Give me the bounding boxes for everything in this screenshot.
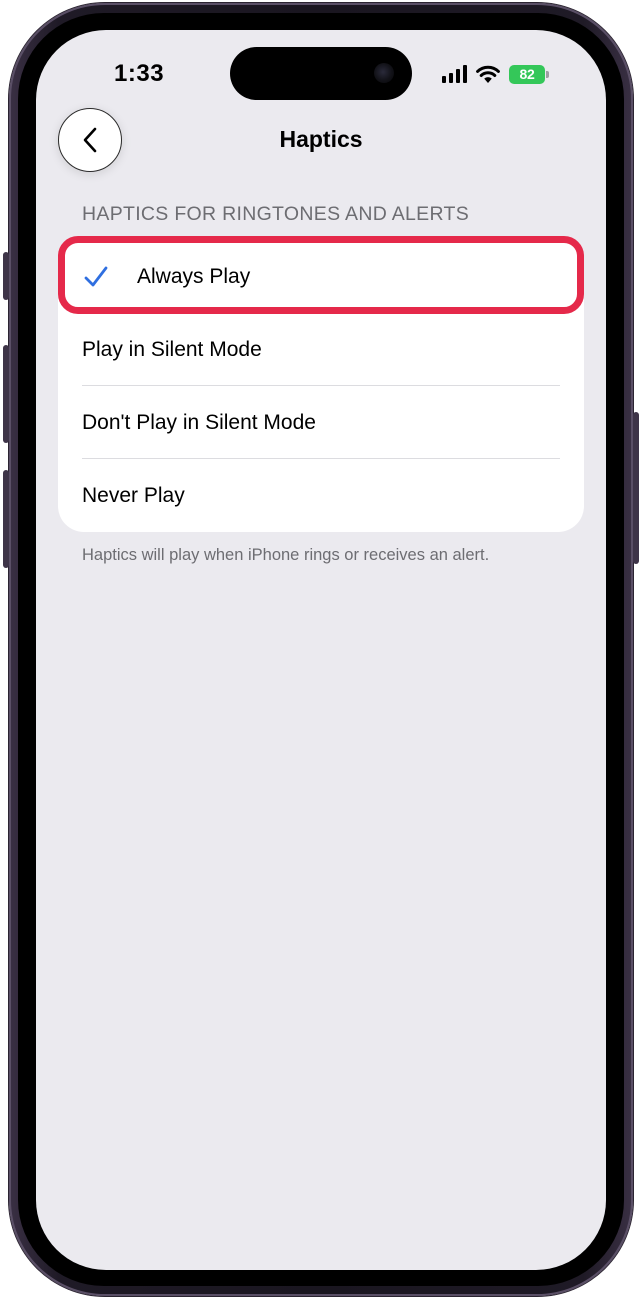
volume-up-button bbox=[3, 345, 9, 443]
section-footer: Haptics will play when iPhone rings or r… bbox=[82, 546, 490, 564]
dynamic-island bbox=[230, 47, 412, 100]
battery-level: 82 bbox=[519, 66, 535, 82]
volume-down-button bbox=[3, 470, 9, 568]
option-never-play[interactable]: Never Play bbox=[58, 459, 584, 532]
option-label: Never Play bbox=[82, 483, 185, 507]
wifi-icon bbox=[476, 65, 500, 83]
option-label: Don't Play in Silent Mode bbox=[82, 410, 316, 434]
option-dont-play-in-silent-mode[interactable]: Don't Play in Silent Mode bbox=[58, 386, 584, 459]
option-play-in-silent-mode[interactable]: Play in Silent Mode bbox=[58, 313, 584, 386]
battery-nub bbox=[546, 70, 549, 78]
page-title: Haptics bbox=[279, 126, 363, 152]
front-camera-icon bbox=[374, 63, 394, 83]
checkmark-icon bbox=[84, 266, 108, 286]
action-button bbox=[3, 252, 9, 300]
status-time: 1:33 bbox=[114, 60, 165, 87]
battery-charging-icon: 82 bbox=[509, 64, 549, 84]
option-label: Play in Silent Mode bbox=[82, 337, 262, 361]
status-icons: 82 bbox=[442, 62, 549, 86]
options-list: Always Play Play in Silent Mode Don't Pl… bbox=[58, 240, 584, 532]
power-button bbox=[633, 412, 639, 564]
screen: 1:33 82 Haptics HAPTICS FOR RINGTONES AN… bbox=[36, 30, 606, 1270]
option-label: Always Play bbox=[137, 264, 251, 288]
section-header: HAPTICS FOR RINGTONES AND ALERTS bbox=[82, 203, 470, 225]
option-always-play[interactable]: Always Play bbox=[58, 240, 584, 313]
cellular-signal-icon bbox=[442, 65, 467, 83]
